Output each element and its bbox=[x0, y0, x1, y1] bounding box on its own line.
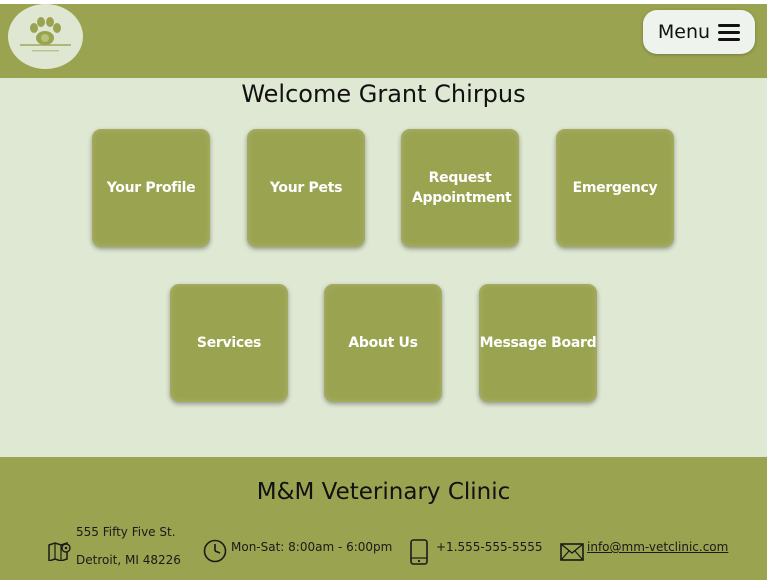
address-block: 555 Fifty Five St. Detroit, MI 48226 bbox=[48, 523, 188, 573]
footer-clinic-name: M&M Veterinary Clinic bbox=[256, 479, 511, 505]
phone-block: +1.555-555-5555 bbox=[410, 537, 543, 567]
page: Menu Welcome Grant Chirpus Your Profile … bbox=[0, 0, 769, 580]
envelope-icon bbox=[560, 543, 584, 561]
paw-logo-icon bbox=[20, 17, 71, 52]
tile-label: Message Board bbox=[479, 335, 597, 351]
email-link[interactable]: info@mm-vetclinic.com bbox=[587, 540, 728, 554]
tile-label: Services bbox=[196, 335, 262, 351]
phone-number: +1.555-555-5555 bbox=[436, 540, 543, 554]
menu-label: Menu bbox=[657, 21, 711, 43]
address-line-2: Detroit, MI 48226 bbox=[76, 553, 181, 567]
emergency-tile[interactable]: Emergency bbox=[556, 129, 674, 247]
tile-label: Emergency bbox=[572, 180, 658, 196]
footer: M&M Veterinary Clinic 555 Fifty Five St.… bbox=[0, 457, 767, 580]
welcome-heading: Welcome Grant Chirpus bbox=[241, 80, 526, 108]
request-appointment-tile[interactable]: Request Appointment bbox=[401, 129, 519, 247]
header-bar: Menu bbox=[0, 4, 767, 78]
email-block: info@mm-vetclinic.com bbox=[560, 537, 740, 567]
phone-icon bbox=[410, 539, 428, 565]
main-content: Welcome Grant Chirpus Your Profile Your … bbox=[0, 78, 767, 457]
services-tile[interactable]: Services bbox=[170, 284, 288, 402]
hamburger-icon bbox=[718, 23, 741, 41]
map-icon bbox=[48, 541, 71, 561]
tile-label: Your Pets bbox=[269, 180, 343, 196]
clinic-logo[interactable] bbox=[8, 4, 83, 69]
tile-label: Request Appointment bbox=[412, 170, 512, 206]
your-pets-tile[interactable]: Your Pets bbox=[247, 129, 365, 247]
your-profile-tile[interactable]: Your Profile bbox=[92, 129, 210, 247]
address-line-1: 555 Fifty Five St. bbox=[76, 525, 176, 539]
message-board-tile[interactable]: Message Board bbox=[479, 284, 597, 402]
tile-label: Your Profile bbox=[106, 180, 196, 196]
tile-label: About Us bbox=[348, 335, 418, 351]
menu-button[interactable]: Menu bbox=[643, 10, 755, 54]
clock-icon bbox=[203, 539, 227, 563]
hours-block: Mon-Sat: 8:00am - 6:00pm bbox=[203, 537, 393, 567]
hours-text: Mon-Sat: 8:00am - 6:00pm bbox=[231, 540, 393, 554]
about-us-tile[interactable]: About Us bbox=[324, 284, 442, 402]
